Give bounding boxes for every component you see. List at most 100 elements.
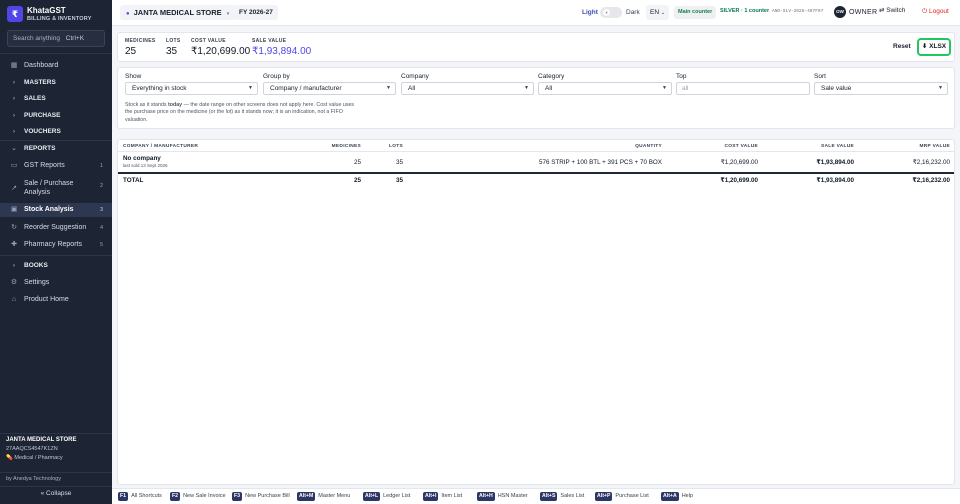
company-select[interactable]: All ▼ xyxy=(401,82,534,95)
avatar[interactable]: OW xyxy=(834,6,846,18)
theme-toggle[interactable]: ☀ xyxy=(600,7,622,18)
shortcut-bar: F1 All Shortcuts F2 New Sale Invoice F3 New… xyxy=(112,488,960,504)
category-select[interactable]: All ▼ xyxy=(538,82,672,95)
column-header[interactable]: LOTS xyxy=(389,144,403,149)
sidebar-item-masters[interactable]: › MASTERS xyxy=(0,76,112,90)
shortcut-label: Master Menu xyxy=(318,493,351,499)
collapse-button[interactable]: « Collapse xyxy=(0,490,112,497)
chevron-down-icon: ▼ xyxy=(938,85,943,91)
sort-select[interactable]: Sale value ▼ xyxy=(814,82,948,95)
chevron-right-icon: › xyxy=(12,262,16,269)
stat-label: MEDICINES xyxy=(125,38,156,44)
chevron-down-icon: ▼ xyxy=(662,85,667,91)
sidebar-divider xyxy=(0,140,112,141)
group-by-select[interactable]: Company / manufacturer ▼ xyxy=(263,82,396,95)
column-header[interactable]: SALE VALUE xyxy=(821,144,854,149)
sidebar-item-sales[interactable]: › SALES xyxy=(0,92,112,106)
trend-icon: ↗ xyxy=(11,185,17,192)
sidebar-item-dashboard[interactable]: ▦ Dashboard xyxy=(0,59,112,73)
store-type: 💊 Medical / Pharmacy xyxy=(6,455,106,461)
shortcut-new-purchase[interactable]: F3 New Purchase Bill xyxy=(232,492,290,501)
shortcut-sales-list[interactable]: Alt+S Sales List xyxy=(540,492,584,501)
chevron-right-icon: › xyxy=(12,95,16,102)
filter-label: Category xyxy=(538,73,565,80)
fiscal-year-selector[interactable]: FY 2026-27 xyxy=(234,5,278,20)
sidebar-item-stock-analysis[interactable]: ▣ Stock Analysis 3 xyxy=(0,203,112,217)
column-header[interactable]: MEDICINES xyxy=(332,144,361,149)
brand[interactable]: ₹ KhataGST BILLING & INVENTORY xyxy=(7,6,107,26)
total-mrp: ₹2,16,232.00 xyxy=(912,177,950,184)
export-xlsx-button[interactable]: ⬇ XLSX xyxy=(917,38,951,56)
chevron-down-icon: ⌄ xyxy=(11,145,17,152)
note-emphasis: today xyxy=(167,102,183,108)
sidebar-item-reorder-suggestion[interactable]: ↻ Reorder Suggestion 4 xyxy=(0,221,112,235)
search-placeholder: Search anything xyxy=(13,35,60,42)
shortcut-ledger-list[interactable]: Alt+L Ledger List xyxy=(363,492,410,501)
shortcut-help[interactable]: Alt+A Help xyxy=(661,492,693,501)
shortcut-purchase-list[interactable]: Alt+P Purchase List xyxy=(595,492,649,501)
sidebar-item-label: Settings xyxy=(24,279,50,286)
switch-button[interactable]: ⇄ Switch xyxy=(879,6,905,14)
sidebar-item-label: Reorder Suggestion xyxy=(24,224,87,231)
select-value: Company / manufacturer xyxy=(270,85,342,92)
key-badge: F3 xyxy=(232,492,243,501)
sidebar-item-label: Dashboard xyxy=(24,62,59,69)
shortcut-item-list[interactable]: Alt+I Item List xyxy=(423,492,462,501)
search-input[interactable]: Search anything Ctrl+K xyxy=(7,30,105,47)
key-badge: Alt+I xyxy=(423,492,439,501)
key-badge: Alt+A xyxy=(661,492,679,501)
sidebar-item-vouchers[interactable]: › VOUCHERS xyxy=(0,125,112,139)
company-name: No company xyxy=(123,155,161,162)
top-input[interactable]: all xyxy=(676,82,810,95)
chevron-down-icon: ⌄ xyxy=(660,10,666,16)
shortcut-new-sale[interactable]: F2 New Sale Invoice xyxy=(170,492,226,501)
sidebar-item-reports[interactable]: ⌄ REPORTS xyxy=(0,142,112,156)
header-divider xyxy=(118,151,954,152)
stock-note: Stock as it stands today — the date rang… xyxy=(125,102,357,124)
store-type-label: Medical / Pharmacy xyxy=(14,455,63,461)
sidebar-item-product-home[interactable]: ⌂ Product Home xyxy=(0,293,112,307)
store-selector[interactable]: ● JANTA MEDICAL STORE ▾ xyxy=(120,5,236,20)
sidebar-item-books[interactable]: › BOOKS xyxy=(0,259,112,273)
shortcut-label: Item List xyxy=(441,493,463,499)
pill-icon: ✚ xyxy=(11,241,17,248)
store-gstin: 27AAQCS4547K1ZN xyxy=(6,446,58,452)
sidebar-item-label: MASTERS xyxy=(24,79,56,86)
column-header[interactable]: COMPANY / MANUFACTURER xyxy=(123,144,198,149)
counter-badge[interactable]: Main counter xyxy=(674,6,717,19)
medicines-count: 25 xyxy=(353,159,361,166)
filters-card: Show Everything in stock ▼ Group by Compa… xyxy=(117,67,955,129)
column-header[interactable]: COST VALUE xyxy=(724,144,758,149)
sidebar-divider xyxy=(0,53,112,54)
store-info: JANTA MEDICAL STORE 27AAQCS4547K1ZN 💊 Me… xyxy=(6,437,106,461)
key-badge: F1 xyxy=(118,492,129,501)
lots-count: 35 xyxy=(395,159,403,166)
shortcut-master-menu[interactable]: Alt+M Master Menu xyxy=(297,492,350,501)
document-icon: ▭ xyxy=(10,162,18,169)
sidebar-item-settings[interactable]: ⚙ Settings xyxy=(0,276,112,290)
language-selector[interactable]: EN ⌄ xyxy=(646,5,670,20)
quantity: 576 STRIP + 100 BTL + 391 PCS + 70 BOX xyxy=(538,159,662,166)
key-badge: Alt+S xyxy=(540,492,558,501)
reset-button[interactable]: Reset xyxy=(888,40,916,54)
total-divider xyxy=(118,172,954,174)
chevron-right-icon: › xyxy=(12,79,16,86)
license-code: ANO-SLV-2026-467F97 xyxy=(772,9,824,14)
filter-label: Sort xyxy=(814,73,826,80)
shortcut-hsn-master[interactable]: Alt+H HSN Master xyxy=(477,492,528,501)
column-header[interactable]: QUANTITY xyxy=(635,144,662,149)
key-badge: Alt+H xyxy=(477,492,495,501)
language-value: EN xyxy=(650,9,660,16)
sidebar-item-gst-reports[interactable]: ▭ GST Reports 1 xyxy=(0,159,112,173)
sidebar-item-purchase[interactable]: › PURCHASE xyxy=(0,109,112,123)
show-select[interactable]: Everything in stock ▼ xyxy=(125,82,258,95)
column-header[interactable]: MRP VALUE xyxy=(919,144,950,149)
sidebar-item-sale-purchase-analysis[interactable]: ↗ Sale / Purchase Analysis 2 xyxy=(0,177,112,199)
select-value: All xyxy=(408,85,416,92)
logout-button[interactable]: ⏻ Logout xyxy=(918,5,953,19)
shortcut-all[interactable]: F1 All Shortcuts xyxy=(118,492,162,501)
sidebar-item-pharmacy-reports[interactable]: ✚ Pharmacy Reports 5 xyxy=(0,238,112,252)
shortcut-number: 2 xyxy=(99,183,103,189)
power-icon: ⏻ xyxy=(922,8,928,15)
download-icon: ⬇ xyxy=(921,43,928,50)
